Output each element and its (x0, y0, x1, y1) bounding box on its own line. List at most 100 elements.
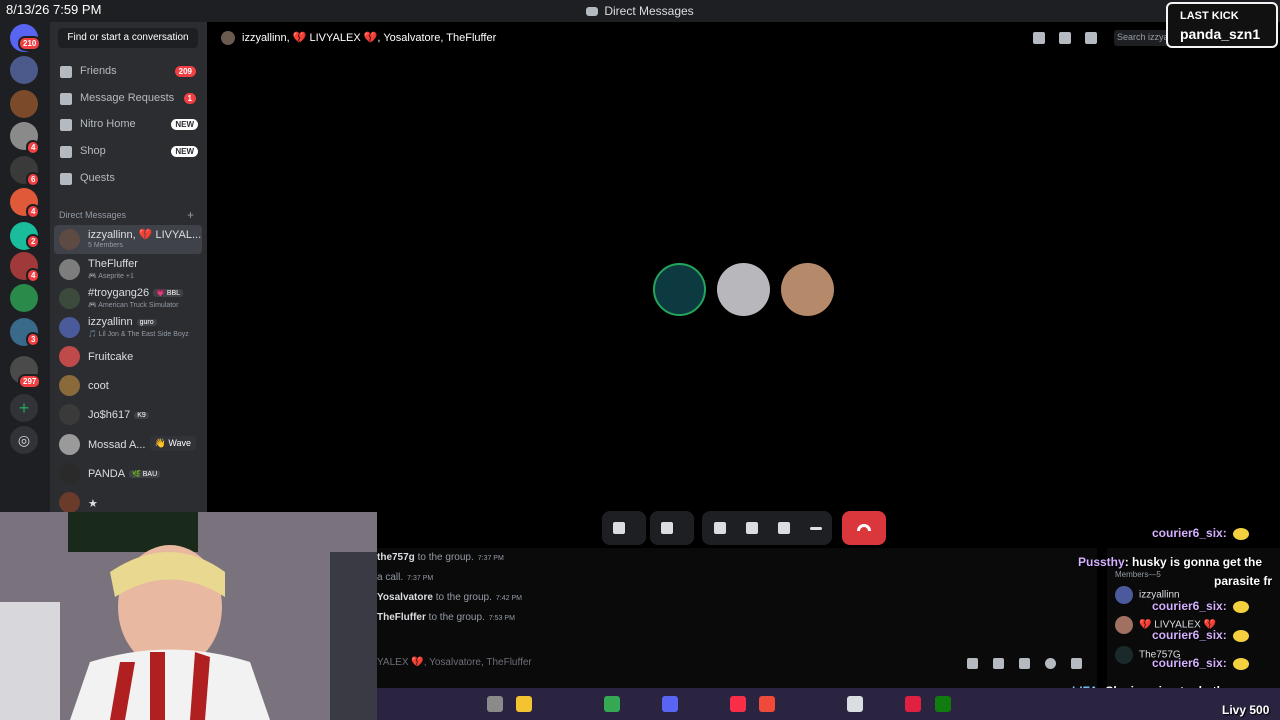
find-conversation-button[interactable]: Find or start a conversation (58, 28, 198, 48)
chrome-icon[interactable] (604, 696, 620, 712)
dm-name: Fruitcake (88, 351, 134, 363)
webcam-feed (0, 512, 377, 720)
dm-item[interactable]: PANDA 🌿 BAU (54, 459, 202, 488)
activities-icon[interactable] (746, 522, 758, 534)
overlay-chat-line: courier6_six: (1152, 656, 1249, 670)
camera-button[interactable] (650, 511, 694, 545)
members-header: Members—5 (1115, 570, 1161, 579)
screen: 8/13/26 7:59 PM Direct Messages 210 4 6 … (0, 0, 1280, 720)
dm-item[interactable]: Mossad A... 👋 Wave (54, 430, 202, 459)
gift-icon[interactable] (967, 658, 978, 669)
gif-icon[interactable] (993, 658, 1004, 669)
composer-placeholder: YALEX 💔, Yosalvatore, TheFluffer (377, 657, 532, 668)
plus-icon[interactable]: + (187, 208, 194, 222)
last-kick-user: panda_szn1 (1180, 26, 1261, 42)
avatar (1115, 646, 1133, 664)
avatar (59, 434, 80, 455)
emote-icon (1232, 600, 1249, 613)
server-icon[interactable] (10, 284, 38, 312)
avatar (59, 375, 80, 396)
nav-message-requests[interactable]: Message Requests 1 (54, 87, 202, 111)
dm-sub: 5 Members (88, 242, 124, 249)
server-badge: 3 (26, 332, 41, 347)
friends-icon (60, 66, 72, 78)
dm-item[interactable]: TheFluffer 🎮 Aseprite +1 (54, 255, 202, 284)
dm-item[interactable]: #troygang26 💗 BBL 🎮 American Truck Simula… (54, 284, 202, 313)
nav-shop[interactable]: Shop NEW (54, 140, 202, 164)
dm-tag: guro (136, 319, 157, 326)
dm-item[interactable]: coot (54, 371, 202, 400)
server-badge: 4 (26, 204, 41, 219)
avatar (59, 288, 80, 309)
nav-label: Message Requests (80, 92, 175, 104)
emote-icon (1232, 527, 1249, 540)
taskbar-app-icon[interactable] (905, 696, 921, 712)
system-message: Yosalvatore to the group. 7:42 PM (377, 592, 522, 603)
nav-label: Friends (80, 65, 117, 77)
emote-icon (1232, 657, 1249, 670)
apps-icon[interactable] (1071, 658, 1082, 669)
message-composer[interactable]: YALEX 💔, Yosalvatore, TheFluffer (377, 648, 1097, 678)
nav-nitro-home[interactable]: Nitro Home NEW (54, 113, 202, 137)
server-icon[interactable] (10, 90, 38, 118)
taskbar-app-icon[interactable] (487, 696, 503, 712)
dm-tag: K9 (134, 412, 149, 419)
group-title: izzyallinn, 💔 LIVYALEX 💔, Yosalvatore, T… (242, 32, 497, 44)
taskbar-app-icon[interactable] (847, 696, 863, 712)
screen-share-icon[interactable] (714, 522, 726, 534)
taskbar-app-icon[interactable] (759, 696, 775, 712)
microphone-button[interactable] (602, 511, 646, 545)
avatar (59, 317, 80, 338)
shop-icon (60, 146, 72, 158)
music-icon[interactable] (730, 696, 746, 712)
microphone-icon (613, 522, 625, 534)
dm-name: coot (88, 380, 109, 392)
folder-icon[interactable] (516, 696, 532, 712)
dm-item[interactable]: Fruitcake (54, 342, 202, 371)
dm-name: Mossad A... (88, 439, 146, 451)
new-badge: NEW (171, 146, 198, 157)
participant-avatar[interactable] (717, 263, 770, 316)
add-friend-icon[interactable] (1059, 32, 1071, 44)
members-icon[interactable] (1085, 32, 1097, 44)
call-controls (602, 511, 886, 545)
last-kick-label: LAST KICK (1180, 10, 1239, 22)
participant-avatar[interactable] (781, 263, 834, 316)
quests-icon (60, 173, 72, 185)
server-badge: 2 (26, 234, 41, 249)
dm-item[interactable]: izzyallinn guro 🎵 Lil Jon & The East Side… (54, 313, 202, 342)
dm-item[interactable]: Jo$h617 K9 (54, 400, 202, 429)
nav-friends[interactable]: Friends 209 (54, 60, 202, 84)
nav-quests[interactable]: Quests (54, 167, 202, 191)
plus-icon[interactable]: + (10, 394, 38, 422)
soundboard-icon[interactable] (778, 522, 790, 534)
mail-icon (60, 93, 72, 105)
discord-icon[interactable] (662, 696, 678, 712)
participant-avatar[interactable] (653, 263, 706, 316)
nav-label: Shop (80, 145, 106, 157)
nav-badge: 209 (174, 66, 196, 77)
more-icon[interactable] (810, 527, 822, 530)
video-off-icon (661, 522, 673, 534)
emoji-icon[interactable] (1045, 658, 1056, 669)
nav-label: Nitro Home (80, 118, 136, 130)
dm-name: ★ (88, 498, 98, 510)
system-message: a call. 7:37 PM (377, 572, 434, 583)
dm-name: izzyallinn, 💔 LIVYAL... (88, 229, 202, 241)
avatar (59, 229, 80, 250)
wave-button[interactable]: 👋 Wave (149, 436, 196, 451)
server-icon[interactable] (10, 56, 38, 84)
server-badge: 4 (26, 140, 41, 155)
compass-icon[interactable]: ◎ (10, 426, 38, 454)
overlay-chat-line: courier6_six: (1152, 628, 1249, 642)
end-call-button[interactable] (842, 511, 886, 545)
sticker-icon[interactable] (1019, 658, 1030, 669)
sub-goal-counter: Livy 500 (1222, 703, 1270, 717)
dm-item[interactable]: izzyallinn, 💔 LIVYAL... 5 Members (54, 225, 202, 254)
pin-icon[interactable] (1033, 32, 1045, 44)
system-message: TheFluffer to the group. 7:53 PM (377, 612, 515, 623)
dm-name: Jo$h617 K9 (88, 409, 149, 421)
xbox-icon[interactable] (935, 696, 951, 712)
server-badge: 297 (18, 374, 42, 389)
server-rail: 210 4 6 4 2 4 3 297 + ◎ (0, 22, 50, 512)
